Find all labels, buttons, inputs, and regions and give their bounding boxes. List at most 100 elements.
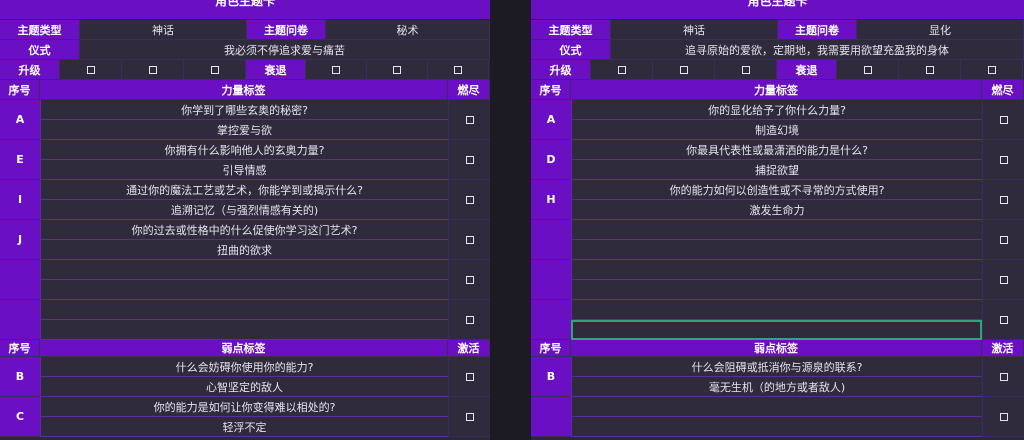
power-tag-letter: E (0, 140, 40, 180)
burn-checkbox[interactable] (448, 140, 490, 180)
activate-checkbox[interactable] (982, 357, 1024, 397)
power-tag-answer[interactable]: 扭曲的欲求 (40, 240, 448, 260)
power-tag-letter (531, 220, 571, 260)
activate-checkbox[interactable] (448, 357, 490, 397)
power-tag-answer[interactable]: 激发生命力 (571, 200, 982, 220)
theme-info-row: 主题类型 神话 主题问卷 秘术 (0, 20, 490, 40)
power-tag-answer[interactable]: 制造幻境 (571, 120, 982, 140)
weakness-tag-answer[interactable]: 轻浮不定 (40, 417, 448, 437)
burn-checkbox[interactable] (982, 140, 1024, 180)
power-tag-letter: I (0, 180, 40, 220)
power-tag-answer[interactable] (40, 280, 448, 300)
ritual-label: 仪式 (531, 40, 611, 60)
power-tag-question[interactable]: 你的显化给予了你什么力量? (571, 100, 982, 120)
weakness-tag-question[interactable]: 什么会阻碍或抵消你与源泉的联系? (571, 357, 982, 377)
weakness-tag-question[interactable]: 你的能力是如何让你变得难以相处的? (40, 397, 448, 417)
power-tag-question[interactable]: 通过你的魔法工艺或艺术，你能学到或揭示什么? (40, 180, 448, 200)
burn-checkbox[interactable] (982, 300, 1024, 340)
weakness-tag-question[interactable] (571, 397, 982, 417)
power-tag-letter (0, 300, 40, 340)
ritual-value[interactable]: 追寻原始的爱欲，定期地，我需要用欲望充盈我的身体 (611, 40, 1024, 60)
seq-header: 序号 (531, 80, 571, 100)
power-tag-answer[interactable]: 引导情感 (40, 160, 448, 180)
power-tag-letter (0, 260, 40, 300)
power-tag-answer[interactable] (571, 280, 982, 300)
power-tag-question[interactable]: 你最具代表性或最潇洒的能力是什么? (571, 140, 982, 160)
burn-checkbox[interactable] (448, 100, 490, 140)
checkbox-icon (465, 115, 474, 124)
checkbox-icon (465, 315, 474, 324)
ritual-label: 仪式 (0, 40, 80, 60)
decay-checkbox[interactable] (306, 60, 367, 80)
upgrade-label: 升级 (531, 60, 591, 80)
power-tag-answer[interactable] (40, 320, 448, 340)
power-tag-question[interactable]: 你学到了哪些玄奥的秘密? (40, 100, 448, 120)
burn-checkbox[interactable] (448, 260, 490, 300)
power-tag-question[interactable] (40, 260, 448, 280)
checkbox-icon (454, 65, 462, 74)
decay-checkbox[interactable] (837, 60, 899, 80)
theme-book-value[interactable]: 显化 (857, 20, 1024, 40)
upgrade-checkbox[interactable] (715, 60, 777, 80)
weakness-tags-header: 序号 弱点标签 激活 (531, 340, 1024, 357)
power-tags-header: 序号 力量标签 燃尽 (0, 80, 490, 100)
decay-checkbox[interactable] (961, 60, 1023, 80)
checkbox-icon (465, 372, 474, 381)
burn-checkbox[interactable] (982, 180, 1024, 220)
weakness-tag-answer[interactable]: 心智坚定的敌人 (40, 377, 448, 397)
checkbox-icon (86, 65, 95, 74)
power-tag-question[interactable]: 你的过去或性格中的什么促使你学习这门艺术? (40, 220, 448, 240)
power-tags-header: 序号 力量标签 燃尽 (531, 80, 1024, 100)
checkbox-icon (987, 65, 996, 74)
power-tag-answer[interactable] (571, 320, 982, 340)
power-tag-question[interactable] (40, 300, 448, 320)
activate-checkbox[interactable] (982, 397, 1024, 437)
power-tag-answer[interactable]: 掌控爱与欲 (40, 120, 448, 140)
theme-type-value[interactable]: 神话 (80, 20, 247, 40)
activate-header: 激活 (982, 340, 1024, 357)
upgrade-checkbox[interactable] (184, 60, 246, 80)
checkbox-icon (999, 235, 1008, 244)
upgrade-checkbox[interactable] (60, 60, 122, 80)
activate-checkbox[interactable] (448, 397, 490, 437)
weakness-tag-answer[interactable]: 毫无生机（的地方或者敌人) (571, 377, 982, 397)
burn-checkbox[interactable] (982, 260, 1024, 300)
weakness-tag-question[interactable]: 什么会妨碍你使用你的能力? (40, 357, 448, 377)
weakness-tag-letter: C (0, 397, 40, 437)
decay-checkbox[interactable] (367, 60, 428, 80)
theme-book-value[interactable]: 秘术 (326, 20, 490, 40)
theme-type-value[interactable]: 神话 (611, 20, 778, 40)
ritual-value[interactable]: 我必须不停追求爱与痛苦 (80, 40, 490, 60)
power-tag-answer[interactable]: 追溯记忆（与强烈情感有关的) (40, 200, 448, 220)
decay-checkbox[interactable] (899, 60, 961, 80)
power-tag-question[interactable]: 你拥有什么影响他人的玄奥力量? (40, 140, 448, 160)
power-tags-title: 力量标签 (571, 80, 982, 100)
ritual-row: 仪式 我必须不停追求爱与痛苦 (0, 40, 490, 60)
checkbox-icon (999, 195, 1008, 204)
burn-checkbox[interactable] (448, 300, 490, 340)
burn-checkbox[interactable] (982, 100, 1024, 140)
checkbox-icon (679, 65, 688, 74)
seq-header: 序号 (0, 340, 40, 357)
checkbox-icon (999, 315, 1008, 324)
decay-checkbox[interactable] (428, 60, 489, 80)
burn-checkbox[interactable] (448, 220, 490, 260)
power-tag-question[interactable] (571, 260, 982, 280)
burn-checkbox[interactable] (448, 180, 490, 220)
checkbox-icon (863, 65, 872, 74)
power-tag-answer[interactable]: 捕捉欲望 (571, 160, 982, 180)
activate-header: 激活 (448, 340, 490, 357)
power-tag-question[interactable] (571, 300, 982, 320)
upgrade-checkbox[interactable] (591, 60, 653, 80)
upgrade-checkbox[interactable] (653, 60, 715, 80)
power-tag-question[interactable] (571, 220, 982, 240)
upgrade-checkbox[interactable] (122, 60, 184, 80)
weakness-tags-title: 弱点标签 (571, 340, 982, 357)
checkbox-icon (465, 412, 474, 421)
power-tag-question[interactable]: 你的能力如何以创造性或不寻常的方式使用? (571, 180, 982, 200)
sheet-title: 角色主题卡 (531, 0, 1024, 20)
burn-checkbox[interactable] (982, 220, 1024, 260)
checkbox-icon (465, 275, 474, 284)
weakness-tag-answer[interactable] (571, 417, 982, 437)
power-tag-answer[interactable] (571, 240, 982, 260)
